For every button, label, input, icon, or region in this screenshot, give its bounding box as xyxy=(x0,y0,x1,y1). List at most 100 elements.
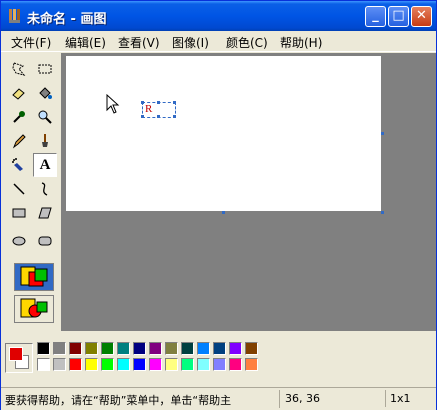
polygon-tool[interactable] xyxy=(33,201,57,225)
status-coordinates: 36, 36 xyxy=(285,392,320,405)
palette-swatch[interactable] xyxy=(37,342,50,355)
title-bar[interactable]: 未命名 - 画图 _ □ ✕ xyxy=(1,1,436,31)
window-title: 未命名 - 画图 xyxy=(27,12,107,27)
rect-select-tool[interactable] xyxy=(33,57,57,81)
palette-swatch[interactable] xyxy=(117,342,130,355)
status-bar: 要获得帮助，请在“帮助”菜单中，单击“帮助主 36, 36 1x1 xyxy=(1,387,436,410)
palette-swatch[interactable] xyxy=(149,358,162,371)
line-icon xyxy=(13,183,25,195)
current-colors xyxy=(5,343,33,373)
canvas-resize-handle-right[interactable] xyxy=(381,132,384,135)
opaque-background-option[interactable] xyxy=(14,263,54,291)
palette-swatch[interactable] xyxy=(85,358,98,371)
palette-swatch[interactable] xyxy=(213,358,226,371)
opaque-option-icon xyxy=(20,266,48,287)
menu-bar: 文件(F) 编辑(E) 查看(V) 图像(I) 颜色(C) 帮助(H) xyxy=(1,31,436,51)
palette-swatch[interactable] xyxy=(101,358,114,371)
menu-help[interactable]: 帮助(H) xyxy=(280,34,322,51)
textbox-handle[interactable] xyxy=(141,101,144,104)
magnifier-icon xyxy=(38,110,52,124)
close-button[interactable]: ✕ xyxy=(411,6,432,27)
text-tool-glyph: A xyxy=(39,156,51,173)
transparent-background-option[interactable] xyxy=(14,295,54,323)
palette-swatch[interactable] xyxy=(197,358,210,371)
brush-tool[interactable] xyxy=(33,129,57,153)
toolbox: A xyxy=(3,53,60,331)
textbox-handle[interactable] xyxy=(173,101,176,104)
text-tool[interactable]: A xyxy=(33,153,57,177)
menu-file[interactable]: 文件(F) xyxy=(11,34,51,51)
rectangle-icon xyxy=(12,208,26,218)
palette-swatch[interactable] xyxy=(85,342,98,355)
status-selection-size: 1x1 xyxy=(385,390,430,407)
free-select-icon xyxy=(12,62,26,76)
menu-image[interactable]: 图像(I) xyxy=(172,34,209,51)
brush-icon xyxy=(42,134,48,147)
polygon-icon xyxy=(38,207,52,219)
rounded-rect-tool[interactable] xyxy=(33,229,57,253)
palette-swatch[interactable] xyxy=(133,358,146,371)
palette-swatch[interactable] xyxy=(165,342,178,355)
menu-separator xyxy=(1,51,436,52)
rounded-rect-icon xyxy=(38,236,52,246)
palette-swatch[interactable] xyxy=(181,342,194,355)
palette-swatch[interactable] xyxy=(101,342,114,355)
textbox-handle[interactable] xyxy=(141,115,144,118)
rect-select-icon xyxy=(38,64,52,74)
eyedropper-icon xyxy=(13,111,25,123)
textbox-handle[interactable] xyxy=(157,115,160,118)
palette-swatch[interactable] xyxy=(181,358,194,371)
paint-bucket-icon xyxy=(39,87,52,99)
palette-swatch[interactable] xyxy=(229,342,242,355)
canvas-resize-handle-corner[interactable] xyxy=(381,211,384,214)
free-select-tool[interactable] xyxy=(7,57,31,81)
ellipse-tool[interactable] xyxy=(7,229,31,253)
palette-swatch[interactable] xyxy=(133,342,146,355)
pencil-tool[interactable] xyxy=(7,129,31,153)
palette-swatch[interactable] xyxy=(245,342,258,355)
palette-swatch[interactable] xyxy=(245,358,258,371)
airbrush-icon xyxy=(12,158,23,171)
menu-edit[interactable]: 编辑(E) xyxy=(65,34,106,51)
curve-tool[interactable] xyxy=(33,177,57,201)
foreground-color-swatch xyxy=(9,347,23,361)
drawing-canvas[interactable]: R xyxy=(66,56,381,211)
curve-icon xyxy=(41,182,48,196)
ellipse-icon xyxy=(12,236,26,246)
maximize-button[interactable]: □ xyxy=(388,6,409,27)
menu-colors[interactable]: 颜色(C) xyxy=(226,34,268,51)
airbrush-tool[interactable] xyxy=(7,153,31,177)
palette-swatch[interactable] xyxy=(149,342,162,355)
minimize-button[interactable]: _ xyxy=(365,6,386,27)
textbox-handle[interactable] xyxy=(157,101,160,104)
status-divider xyxy=(279,390,280,408)
line-tool[interactable] xyxy=(7,177,31,201)
palette-swatch[interactable] xyxy=(229,358,242,371)
text-entry-box[interactable]: R xyxy=(141,101,176,118)
palette-swatch[interactable] xyxy=(117,358,130,371)
menu-view[interactable]: 查看(V) xyxy=(118,34,160,51)
eraser-tool[interactable] xyxy=(7,81,31,105)
palette-swatch[interactable] xyxy=(69,358,82,371)
palette-swatch[interactable] xyxy=(213,342,226,355)
transparent-option-icon xyxy=(20,298,48,318)
color-box xyxy=(1,333,436,383)
palette-swatch[interactable] xyxy=(37,358,50,371)
rectangle-tool[interactable] xyxy=(7,201,31,225)
palette-swatch[interactable] xyxy=(165,358,178,371)
palette-swatch[interactable] xyxy=(53,358,66,371)
palette-swatch[interactable] xyxy=(197,342,210,355)
status-help-text: 要获得帮助，请在“帮助”菜单中，单击“帮助主 xyxy=(5,394,232,407)
paint-app-icon xyxy=(9,9,20,23)
fill-tool[interactable] xyxy=(33,81,57,105)
text-entry-char: R xyxy=(145,103,153,115)
palette-swatch[interactable] xyxy=(53,342,66,355)
mouse-pointer-icon xyxy=(106,94,120,114)
eraser-icon xyxy=(12,88,25,100)
canvas-resize-handle-bottom[interactable] xyxy=(222,211,225,214)
magnifier-tool[interactable] xyxy=(33,105,57,129)
canvas-workspace: R xyxy=(61,53,436,331)
palette-swatch[interactable] xyxy=(69,342,82,355)
color-picker-tool[interactable] xyxy=(7,105,31,129)
textbox-handle[interactable] xyxy=(173,115,176,118)
